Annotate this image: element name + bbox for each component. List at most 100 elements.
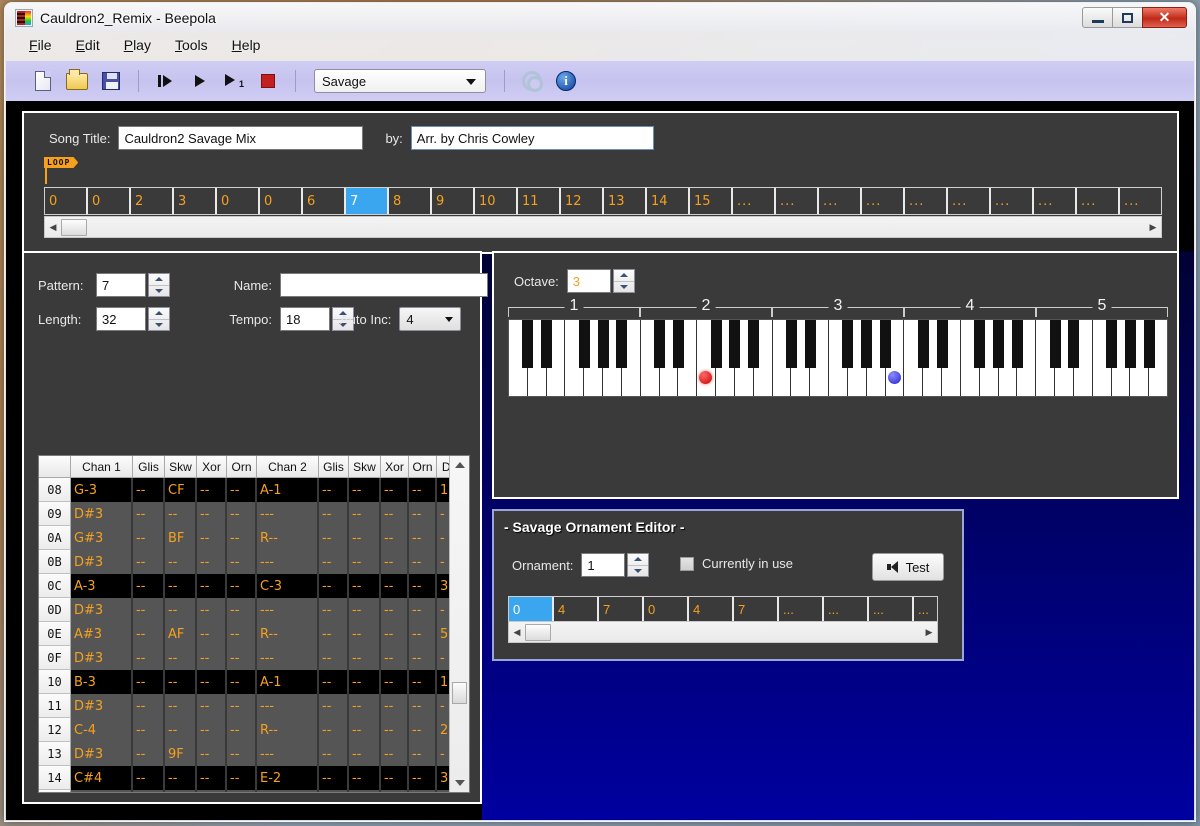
tracker-cell[interactable]: - bbox=[437, 598, 449, 622]
tracker-cell[interactable]: -- bbox=[319, 478, 349, 502]
tracker-cell[interactable]: -- bbox=[319, 670, 349, 694]
tracker-cell[interactable]: -- bbox=[349, 742, 381, 766]
piano-white-key[interactable] bbox=[565, 320, 584, 396]
tracker-cell[interactable]: -- bbox=[349, 790, 381, 792]
tracker-cell[interactable]: -- bbox=[133, 598, 165, 622]
ornament-cell[interactable]: 7 bbox=[734, 597, 777, 621]
maximize-button[interactable] bbox=[1112, 7, 1142, 28]
sequence-cell[interactable]: 9 bbox=[432, 188, 473, 214]
table-row[interactable]: 11D#3-------------------- bbox=[39, 694, 449, 718]
sequence-scroll-thumb[interactable] bbox=[61, 219, 87, 236]
tracker-cell[interactable]: - bbox=[437, 694, 449, 718]
tracker-cell[interactable]: -- bbox=[197, 646, 227, 670]
tracker-cell[interactable]: -- bbox=[319, 598, 349, 622]
ornament-input[interactable]: 1 bbox=[581, 553, 625, 577]
sequence-cell[interactable]: ... bbox=[948, 188, 989, 214]
table-row[interactable]: 0CA-3--------C-3--------3 bbox=[39, 574, 449, 598]
pattern-stepper[interactable] bbox=[148, 273, 170, 297]
tracker-cell[interactable]: -- bbox=[165, 574, 197, 598]
tracker-grid[interactable]: Chan 1GlisSkwXorOrnChan 2GlisSkwXorOrnDr… bbox=[38, 455, 470, 793]
minimize-button[interactable] bbox=[1082, 7, 1112, 28]
ornament-cell[interactable]: 0 bbox=[509, 597, 552, 621]
ornament-cell[interactable]: ... bbox=[824, 597, 867, 621]
piano-black-key[interactable] bbox=[974, 320, 985, 368]
table-row[interactable]: 12C-4--------R----------2 bbox=[39, 718, 449, 742]
tracker-cell[interactable]: -- bbox=[381, 526, 409, 550]
piano-black-key[interactable] bbox=[918, 320, 929, 368]
tracker-cell[interactable]: -- bbox=[409, 478, 437, 502]
tracker-scroll-down[interactable] bbox=[450, 774, 469, 792]
tracker-cell[interactable]: -- bbox=[133, 646, 165, 670]
table-row[interactable]: 0FD#3-------------------- bbox=[39, 646, 449, 670]
tracker-cell[interactable]: - bbox=[437, 550, 449, 574]
tracker-cell[interactable]: -- bbox=[349, 670, 381, 694]
tracker-cell[interactable]: -- bbox=[227, 718, 257, 742]
tracker-cell[interactable]: - bbox=[437, 790, 449, 792]
tracker-cell[interactable]: -- bbox=[349, 766, 381, 790]
tracker-scroll-thumb[interactable] bbox=[452, 682, 467, 704]
tracker-cell[interactable]: A-1 bbox=[257, 670, 319, 694]
tracker-cell[interactable]: -- bbox=[381, 574, 409, 598]
tracker-cell[interactable]: -- bbox=[133, 766, 165, 790]
tracker-cell[interactable]: -- bbox=[197, 766, 227, 790]
tracker-cell[interactable]: -- bbox=[409, 502, 437, 526]
tracker-cell[interactable]: A-1 bbox=[257, 478, 319, 502]
piano-black-key[interactable] bbox=[711, 320, 722, 368]
octave-input[interactable]: 3 bbox=[567, 269, 611, 293]
length-stepper[interactable] bbox=[148, 307, 170, 331]
piano-black-key[interactable] bbox=[748, 320, 759, 368]
pattern-stepper-up[interactable] bbox=[149, 274, 169, 286]
ornament-hscrollbar[interactable]: ◀ ▶ bbox=[508, 621, 938, 643]
tracker-cell[interactable]: -- bbox=[227, 694, 257, 718]
tracker-cell[interactable]: -- bbox=[381, 478, 409, 502]
tracker-cell[interactable]: B-3 bbox=[71, 670, 133, 694]
tracker-cell[interactable]: -- bbox=[409, 718, 437, 742]
tracker-cell[interactable]: -- bbox=[133, 718, 165, 742]
tracker-cell[interactable]: -- bbox=[133, 694, 165, 718]
sequence-cell[interactable]: 12 bbox=[561, 188, 602, 214]
song-title-input[interactable]: Cauldron2 Savage Mix bbox=[118, 126, 363, 150]
sequence-scroll-left[interactable]: ◀ bbox=[45, 222, 61, 233]
piano-black-key[interactable] bbox=[993, 320, 1004, 368]
ornament-scroll-left[interactable]: ◀ bbox=[509, 627, 525, 638]
tracker-cell[interactable]: - bbox=[437, 742, 449, 766]
tracker-cell[interactable]: -- bbox=[409, 670, 437, 694]
sequence-cell[interactable]: 0 bbox=[88, 188, 129, 214]
tracker-cell[interactable]: -- bbox=[349, 622, 381, 646]
tracker-cell[interactable]: A-3 bbox=[71, 574, 133, 598]
tracker-cell[interactable]: -- bbox=[227, 790, 257, 792]
tracker-cell[interactable]: - bbox=[437, 502, 449, 526]
sequence-cell[interactable]: ... bbox=[1077, 188, 1118, 214]
tracker-cell[interactable]: -- bbox=[381, 646, 409, 670]
tracker-cell[interactable]: D#3 bbox=[71, 742, 133, 766]
piano-black-key[interactable] bbox=[1050, 320, 1061, 368]
octave-stepper[interactable] bbox=[613, 269, 635, 293]
tracker-cell[interactable]: -- bbox=[319, 718, 349, 742]
tracker-cell[interactable]: -- bbox=[349, 646, 381, 670]
menu-file[interactable]: File bbox=[17, 35, 64, 55]
tracker-cell[interactable]: -- bbox=[409, 598, 437, 622]
tracker-cell[interactable]: -- bbox=[409, 526, 437, 550]
tracker-cell[interactable]: -- bbox=[165, 502, 197, 526]
tracker-cell[interactable]: -- bbox=[381, 622, 409, 646]
tracker-cell[interactable]: -- bbox=[349, 574, 381, 598]
ornament-stepper[interactable] bbox=[627, 553, 649, 577]
tracker-cell[interactable]: -- bbox=[165, 790, 197, 792]
tracker-cell[interactable]: 3 bbox=[437, 766, 449, 790]
table-row[interactable]: 09D#3-------------------- bbox=[39, 502, 449, 526]
tracker-cell[interactable]: --- bbox=[257, 550, 319, 574]
tracker-cell[interactable]: - bbox=[437, 526, 449, 550]
tracker-cell[interactable]: -- bbox=[227, 526, 257, 550]
tracker-cell[interactable]: D#3 bbox=[71, 646, 133, 670]
new-file-button[interactable] bbox=[26, 66, 60, 96]
sequence-hscrollbar[interactable]: ◀ ▶ bbox=[44, 216, 1162, 238]
sequence-cell[interactable]: 8 bbox=[389, 188, 430, 214]
piano-black-key[interactable] bbox=[842, 320, 853, 368]
piano-keyboard[interactable] bbox=[508, 319, 1168, 397]
tracker-cell[interactable]: D#3 bbox=[71, 502, 133, 526]
tracker-vscrollbar[interactable] bbox=[449, 456, 469, 792]
tracker-cell[interactable]: 9F bbox=[165, 742, 197, 766]
table-row[interactable]: 13D#3--9F---------------- bbox=[39, 742, 449, 766]
table-row[interactable]: 10B-3--------A-1--------1 bbox=[39, 670, 449, 694]
test-button[interactable]: Test bbox=[872, 553, 944, 581]
